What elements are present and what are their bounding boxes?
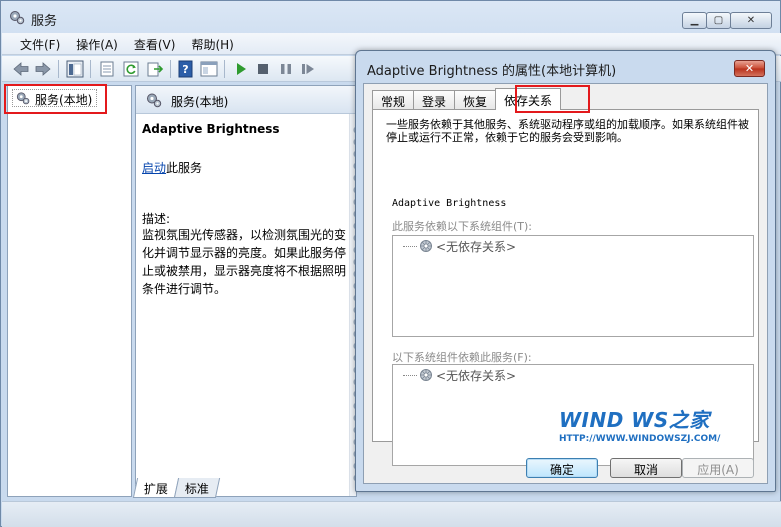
tree-item[interactable]: <无依存关系> [403,239,517,254]
window-title: 服务 [31,14,58,29]
gear-icon [420,240,432,252]
site-watermark: WIND WS之家 HTTP://WWW.WINDOWSZJ.COM/ [559,404,729,444]
dialog-title: Adaptive Brightness 的属性(本地计算机) [367,64,617,79]
cancel-button[interactable]: 取消 [610,458,682,478]
dialog-body: 常规 登录 恢复 依存关系 一些服务依赖于其他服务、系统驱动程序或组的加载顺序。… [363,83,768,484]
watermark-logo-text: WIND WS之家 [559,408,710,432]
tab-recovery[interactable]: 恢复 [454,90,497,110]
maximize-button[interactable]: ▢ [706,12,731,29]
back-arrow-icon[interactable] [12,60,30,78]
description-text: 监视氛围光传感器，以检测氛围光的变化并调节显示器的亮度。如果此服务停止或被禁用，… [142,228,347,296]
tree-item-label: <无依存关系> [436,239,517,254]
console-tree-icon[interactable] [66,60,84,78]
highlight-box [4,84,107,114]
menu-action[interactable]: 操作(A) [68,33,126,54]
highlight-box [515,85,590,113]
depends-on-tree[interactable]: <无依存关系> [392,235,754,337]
tab-general[interactable]: 常规 [372,90,415,110]
console-window-icon[interactable] [200,60,218,78]
svg-text:?: ? [182,63,188,76]
export-list-icon[interactable] [146,60,164,78]
toolbar-separator [90,60,91,78]
tree-pane: 服务(本地) [7,85,132,497]
forward-arrow-icon[interactable] [34,60,52,78]
properties-icon[interactable] [98,60,116,78]
dialog-buttons: 确定 取消 应用(A) [364,458,767,480]
restart-icon[interactable] [299,60,317,78]
service-name: Adaptive Brightness [142,122,280,136]
menu-file[interactable]: 文件(F) [12,33,68,54]
tab-standard-label: 标准 [184,482,209,496]
maximize-icon: ▢ [713,15,724,26]
tree-item[interactable]: <无依存关系> [403,368,517,383]
start-service-line: 启动此服务 [142,159,202,176]
minimize-button[interactable]: ▁ [682,12,707,29]
watermark-url: HTTP://WWW.WINDOWSZJ.COM/ [559,434,721,444]
dependencies-service-name: Adaptive Brightness [392,198,507,209]
tree-line [403,374,417,376]
dependents-label: 以下系统组件依赖此服务(F): [392,351,532,364]
pane-header: 服务(本地) [136,86,356,114]
close-icon: ✕ [746,15,756,26]
start-service-suffix: 此服务 [166,161,203,175]
tab-logon[interactable]: 登录 [413,90,456,110]
stop-icon[interactable] [254,60,272,78]
description-label: 描述: [142,212,171,226]
dependencies-intro: 一些服务依赖于其他服务、系统驱动程序或组的加载顺序。如果系统组件被停止或运行不正… [386,118,749,144]
tree-line [403,245,417,247]
tab-standard[interactable]: 标准 [173,478,221,498]
toolbar-separator [224,60,225,78]
refresh-icon[interactable] [122,60,140,78]
ok-button[interactable]: 确定 [526,458,598,478]
title-bar[interactable]: 服务 ▁ ▢ ✕ [1,1,780,33]
service-detail-pane: 服务(本地) Adaptive Brightness 启动此服务 描述: 监视氛… [135,85,357,497]
start-service-link[interactable]: 启动 [142,161,166,175]
toolbar-separator [170,60,171,78]
dialog-close-button[interactable]: ✕ [734,60,765,77]
help-icon[interactable]: ? [177,60,195,78]
menu-view[interactable]: 查看(V) [126,33,184,54]
close-icon: ✕ [744,62,755,75]
gear-icon [420,369,432,381]
play-icon[interactable] [232,60,250,78]
status-bar [2,501,781,527]
tree-item-label: <无依存关系> [436,368,517,383]
pane-header-title: 服务(本地) [171,95,229,109]
caption-buttons: ▁ ▢ ✕ [682,12,772,29]
depends-on-label: 此服务依赖以下系统组件(T): [392,220,533,233]
services-gear-icon [147,93,162,108]
toolbar-separator [58,60,59,78]
tab-extended[interactable]: 扩展 [132,478,180,498]
dependencies-panel: 一些服务依赖于其他服务、系统驱动程序或组的加载顺序。如果系统组件被停止或运行不正… [372,109,759,466]
view-tabs: 扩展 标准 [132,478,221,498]
tab-extended-label: 扩展 [143,482,168,496]
pause-icon[interactable] [277,60,295,78]
apply-button[interactable]: 应用(A) [682,458,754,478]
minimize-icon: ▁ [690,15,699,26]
close-button[interactable]: ✕ [730,12,772,29]
menu-help[interactable]: 帮助(H) [183,33,241,54]
services-gear-icon [10,11,25,25]
properties-dialog: Adaptive Brightness 的属性(本地计算机) ✕ 常规 登录 恢… [355,50,776,492]
